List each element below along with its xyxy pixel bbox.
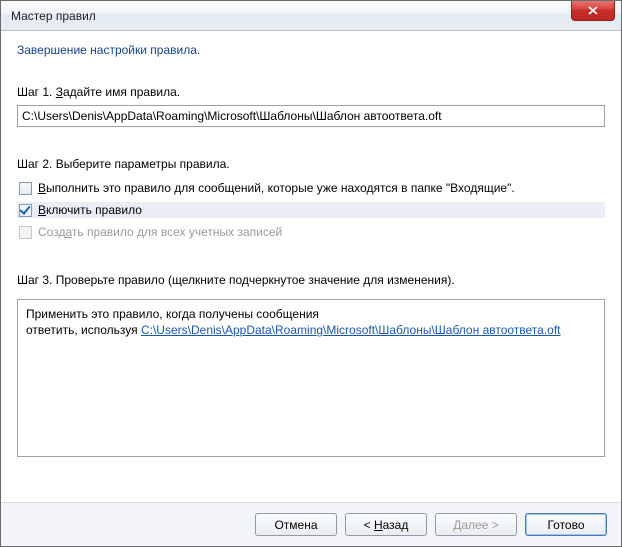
back-button[interactable]: < Назад — [345, 513, 427, 536]
step2-label: Шаг 2. Выберите параметры правила. — [17, 157, 605, 171]
window-title: Мастер правил — [11, 9, 96, 23]
page-subtitle: Завершение настройки правила. — [17, 43, 605, 57]
rule-name-input[interactable] — [17, 105, 605, 127]
button-bar: Отмена < Назад Далее > Готово — [1, 502, 621, 546]
preview-line: Применить это правило, когда получены со… — [26, 306, 596, 322]
dialog-window: Мастер правил Завершение настройки прави… — [0, 0, 622, 547]
checkbox-icon — [19, 204, 32, 217]
template-link[interactable]: C:\Users\Denis\AppData\Roaming\Microsoft… — [141, 323, 561, 337]
checkbox-all-accounts: Создать правило для всех учетных записей — [17, 224, 605, 240]
checkbox-icon — [19, 182, 32, 195]
checkbox-icon — [19, 226, 32, 239]
close-button[interactable] — [571, 1, 615, 21]
step1-label: Шаг 1. Задайте имя правила. — [17, 85, 605, 99]
finish-button[interactable]: Готово — [525, 513, 607, 536]
checkbox-enable-rule[interactable]: Включить правило — [17, 202, 605, 218]
step3-label: Шаг 3. Проверьте правило (щелкните подче… — [17, 273, 605, 287]
titlebar[interactable]: Мастер правил — [1, 1, 621, 31]
next-button: Далее > — [435, 513, 517, 536]
dialog-content: Завершение настройки правила. Шаг 1. Зад… — [1, 31, 621, 502]
checkbox-label: Выполнить это правило для сообщений, кот… — [38, 181, 515, 195]
preview-line: ответить, используя C:\Users\Denis\AppDa… — [26, 322, 596, 338]
cancel-button[interactable]: Отмена — [255, 513, 337, 536]
checkbox-label: Создать правило для всех учетных записей — [38, 225, 282, 239]
close-icon — [588, 6, 598, 15]
checkbox-run-now[interactable]: Выполнить это правило для сообщений, кот… — [17, 180, 605, 196]
checkbox-label: Включить правило — [38, 203, 142, 217]
rule-preview: Применить это правило, когда получены со… — [17, 299, 605, 457]
